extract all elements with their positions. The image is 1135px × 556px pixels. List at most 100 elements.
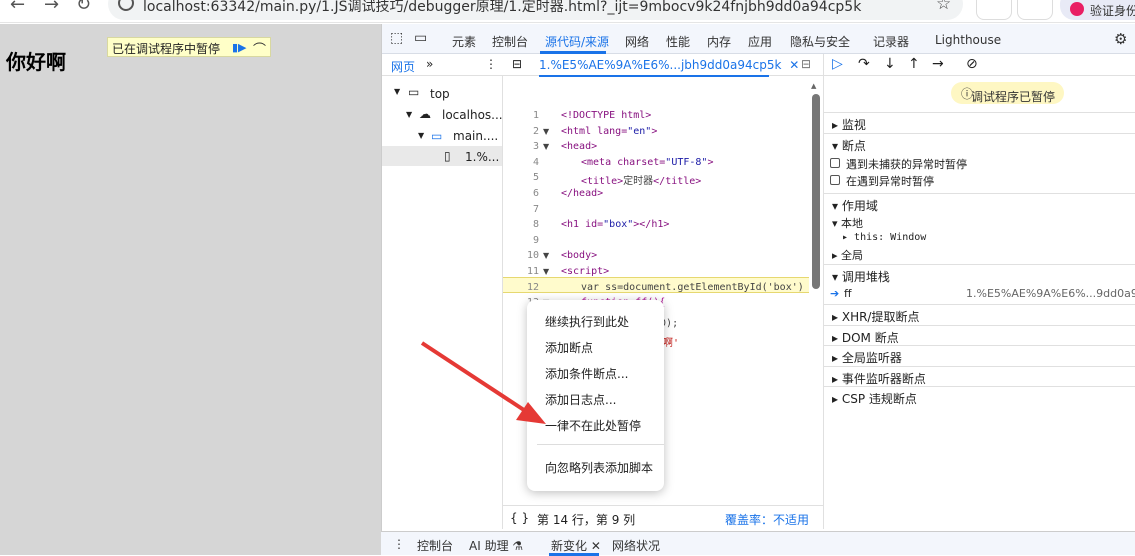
menu-add-conditional-breakpoint[interactable]: 添加条件断点... bbox=[545, 365, 628, 382]
drawer-tab-ai-assistant[interactable]: AI 助理 ⚗ bbox=[469, 537, 523, 554]
section-watch[interactable]: ▸ 监视 bbox=[824, 112, 1135, 132]
forward-arrow-icon[interactable]: → bbox=[44, 0, 59, 15]
tab-performance[interactable]: 性能 bbox=[666, 33, 690, 50]
vertical-scrollbar[interactable] bbox=[812, 94, 820, 289]
line-number[interactable]: 6 bbox=[503, 188, 539, 199]
line-number[interactable]: 4 bbox=[503, 157, 539, 168]
settings-gear-icon[interactable]: ⚙ bbox=[1114, 30, 1127, 48]
section-event-listeners[interactable]: ▸ 事件监听器断点 bbox=[824, 366, 1135, 386]
pretty-print-icon[interactable]: { } bbox=[510, 511, 529, 525]
section-scope[interactable]: ▾ 作用域 bbox=[824, 193, 1135, 213]
section-dom[interactable]: ▸ DOM 断点 bbox=[824, 325, 1135, 345]
resume-icon[interactable]: ▮▶ bbox=[232, 41, 247, 54]
bookmark-star-icon[interactable]: ☆ bbox=[936, 0, 951, 14]
code-line[interactable]: <body> bbox=[561, 250, 597, 261]
tree-node-file[interactable]: 1.%... bbox=[465, 150, 499, 164]
more-options-icon[interactable]: ⋮ bbox=[485, 57, 497, 71]
step-over-icon[interactable]: ↷ bbox=[858, 56, 870, 72]
menu-add-breakpoint[interactable]: 添加断点 bbox=[545, 339, 593, 356]
step-out-icon[interactable]: ↑ bbox=[908, 56, 920, 72]
code-line[interactable]: <meta charset="UTF-8"> bbox=[581, 157, 713, 168]
tree-node-main[interactable]: main.... bbox=[453, 129, 498, 143]
toggle-debugger-icon[interactable]: ⊟ bbox=[801, 57, 811, 71]
tab-sources[interactable]: 源代码/来源 bbox=[545, 33, 609, 50]
scope-this[interactable]: ▸ this: Window bbox=[842, 232, 926, 243]
line-number[interactable]: 1 bbox=[503, 110, 539, 121]
code-line[interactable]: <!DOCTYPE html> bbox=[561, 110, 651, 121]
tree-node-top[interactable]: top bbox=[430, 87, 450, 101]
drawer-tab-console[interactable]: 控制台 bbox=[417, 537, 453, 554]
line-number[interactable]: 10 bbox=[503, 250, 539, 261]
pause-caught-checkbox[interactable] bbox=[830, 175, 840, 185]
code-line[interactable]: var ss=document.getElementById('box') bbox=[581, 282, 804, 293]
line-number[interactable]: 11 bbox=[503, 266, 539, 277]
code-line[interactable]: <h1 id="box"></h1> bbox=[561, 219, 669, 230]
tab-console[interactable]: 控制台 bbox=[492, 33, 528, 50]
fold-chevron-icon[interactable]: ▼ bbox=[543, 127, 549, 136]
tab-memory[interactable]: 内存 bbox=[707, 33, 731, 50]
line-number[interactable]: 12 bbox=[503, 282, 539, 293]
tree-node-localhost[interactable]: localhos... bbox=[442, 108, 503, 122]
line-number[interactable]: 5 bbox=[503, 172, 539, 183]
extensions-puzzle-icon[interactable] bbox=[1017, 0, 1053, 20]
code-line[interactable]: <head> bbox=[561, 141, 597, 152]
stack-frame-name[interactable]: ff bbox=[844, 287, 852, 300]
resume-icon[interactable]: ▷ bbox=[832, 56, 843, 72]
tab-recorder[interactable]: 记录器 bbox=[873, 33, 909, 50]
fold-chevron-icon[interactable]: ▼ bbox=[543, 267, 549, 276]
reload-icon[interactable]: ↻ bbox=[76, 0, 91, 15]
line-number[interactable]: 3 bbox=[503, 141, 539, 152]
code-line[interactable]: <html lang="en"> bbox=[561, 126, 657, 137]
more-tabs-icon[interactable]: » bbox=[426, 57, 433, 71]
scope-global[interactable]: ▸ 全局 bbox=[832, 247, 863, 263]
editor-file-tab[interactable]: 1.%E5%AE%9A%E6%...jbh9dd0a94cp5k ✕ bbox=[539, 58, 799, 77]
line-number[interactable]: 7 bbox=[503, 204, 539, 215]
chevron-down-icon[interactable]: ▼ bbox=[418, 131, 424, 140]
drawer-menu-icon[interactable]: ⋮ bbox=[393, 537, 405, 551]
close-icon[interactable]: ✕ bbox=[789, 58, 799, 72]
menu-continue-to-here[interactable]: 继续执行到此处 bbox=[545, 313, 629, 330]
line-number[interactable]: 8 bbox=[503, 219, 539, 230]
tab-elements[interactable]: 元素 bbox=[452, 33, 476, 50]
tab-application[interactable]: 应用 bbox=[748, 33, 772, 50]
tab-privacy-security[interactable]: 隐私与安全 bbox=[790, 33, 850, 50]
coverage-link[interactable]: 覆盖率：不适用 bbox=[725, 511, 809, 528]
device-toolbar-icon[interactable]: ▭ bbox=[414, 30, 427, 46]
scope-local[interactable]: ▾ 本地 bbox=[832, 215, 863, 231]
drawer-tab-network-conditions[interactable]: 网络状况 bbox=[612, 537, 660, 554]
inspect-element-icon[interactable]: ⬚ bbox=[390, 30, 403, 46]
toggle-navigator-icon[interactable]: ⊟ bbox=[512, 57, 522, 71]
section-global-listeners[interactable]: ▸ 全局监听器 bbox=[824, 345, 1135, 365]
line-number[interactable]: 9 bbox=[503, 235, 539, 246]
tab-network[interactable]: 网络 bbox=[625, 33, 649, 50]
section-csp[interactable]: ▸ CSP 违规断点 bbox=[824, 386, 1135, 406]
extension-x-icon[interactable] bbox=[976, 0, 1012, 20]
fold-chevron-icon[interactable]: ▼ bbox=[543, 142, 549, 151]
verify-identity-button[interactable]: 验证身份 bbox=[1060, 0, 1135, 20]
section-call-stack[interactable]: ▾ 调用堆栈 bbox=[824, 264, 1135, 284]
step-into-icon[interactable]: ↓ bbox=[884, 56, 896, 72]
code-line[interactable]: <script> bbox=[561, 266, 609, 277]
code-line[interactable]: </head> bbox=[561, 188, 603, 199]
tab-page[interactable]: 网页 bbox=[391, 58, 415, 75]
pause-uncaught-checkbox[interactable] bbox=[830, 158, 840, 168]
menu-add-to-ignore-list[interactable]: 向忽略列表添加脚本 bbox=[545, 459, 653, 476]
menu-add-logpoint[interactable]: 添加日志点... bbox=[545, 391, 616, 408]
step-icon[interactable]: → bbox=[932, 56, 944, 72]
stack-frame-location[interactable]: 1.%E5%AE%9A%E6%...9dd0a94c bbox=[966, 287, 1135, 300]
url-text[interactable]: localhost:63342/main.py/1.JS调试技巧/debugge… bbox=[143, 0, 861, 16]
step-over-icon[interactable]: ⌒ bbox=[253, 39, 266, 58]
line-number[interactable]: 2 bbox=[503, 126, 539, 137]
deactivate-breakpoints-icon[interactable]: ⊘ bbox=[966, 56, 978, 72]
drawer-tab-changes[interactable]: 新变化 ✕ bbox=[551, 537, 601, 554]
tab-lighthouse[interactable]: Lighthouse bbox=[935, 33, 1001, 47]
scroll-up-icon[interactable]: ▲ bbox=[811, 82, 816, 90]
back-arrow-icon[interactable]: ← bbox=[10, 0, 25, 15]
section-xhr[interactable]: ▸ XHR/提取断点 bbox=[824, 304, 1135, 324]
fold-chevron-icon[interactable]: ▼ bbox=[543, 251, 549, 260]
section-breakpoints[interactable]: ▾ 断点 bbox=[824, 133, 1135, 153]
code-line[interactable]: <title>定时器</title> bbox=[581, 172, 701, 187]
chevron-down-icon[interactable]: ▼ bbox=[406, 110, 412, 119]
menu-never-pause-here[interactable]: 一律不在此处暂停 bbox=[545, 417, 641, 434]
chevron-down-icon[interactable]: ▼ bbox=[394, 87, 400, 96]
